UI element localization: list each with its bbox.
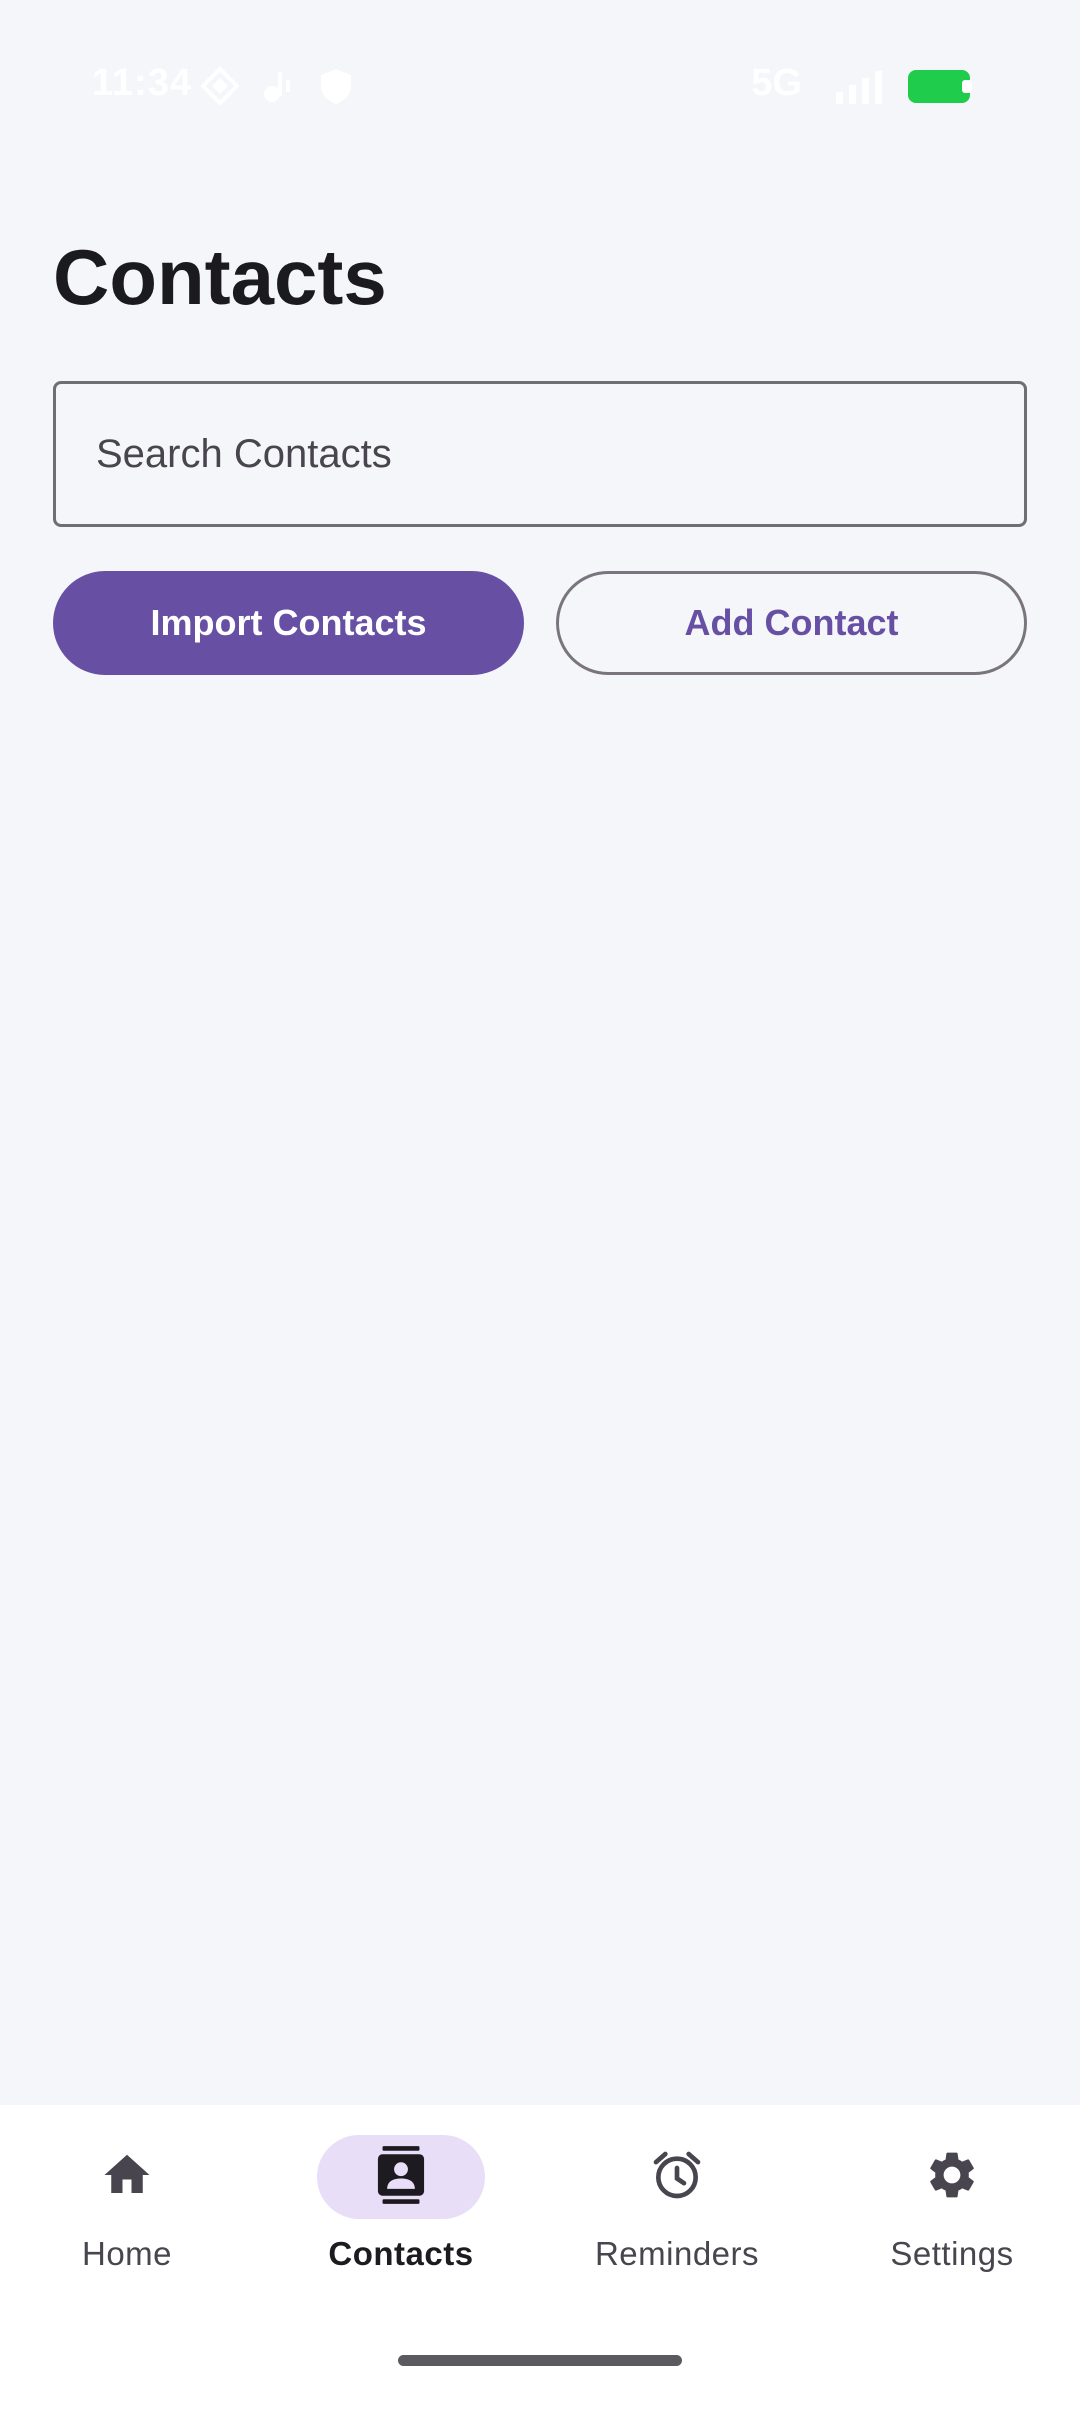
nav-label-home: Home: [81, 2235, 173, 2272]
alarm-icon: [649, 2147, 705, 2208]
battery-charging-indicator: [962, 80, 972, 93]
nav-pill-home: [43, 2135, 211, 2219]
page-title: Contacts: [53, 233, 387, 321]
add-contact-label: Add Contact: [684, 602, 899, 643]
nav-pill-settings: [868, 2135, 1036, 2219]
status-bar: 11:34 5G: [0, 0, 1080, 175]
nav-label-reminders: Reminders: [594, 2235, 760, 2272]
search-input[interactable]: [56, 384, 1024, 524]
gear-icon: [924, 2147, 980, 2208]
nav-pill-contacts: [317, 2135, 485, 2219]
shield-icon: [316, 66, 356, 111]
nav-label-settings: Settings: [890, 2235, 1014, 2272]
location-diamond-icon: [200, 66, 240, 111]
status-time: 11:34: [92, 62, 193, 104]
network-type: 5G: [751, 62, 802, 104]
contacts-screen: 11:34 5G Contacts Import Contacts Add Co…: [0, 0, 1080, 2410]
signal-icon: [834, 66, 894, 111]
battery-icon: [908, 70, 970, 103]
home-indicator[interactable]: [398, 2355, 682, 2366]
contacts-icon: [373, 2145, 429, 2210]
search-field[interactable]: [53, 381, 1027, 527]
add-contact-button[interactable]: Add Contact: [556, 571, 1027, 675]
nav-item-settings[interactable]: Settings: [842, 2135, 1062, 2305]
nav-item-reminders[interactable]: Reminders: [567, 2135, 787, 2305]
sound-icon: [258, 66, 298, 111]
nav-pill-reminders: [593, 2135, 761, 2219]
home-icon: [100, 2148, 154, 2207]
nav-item-contacts[interactable]: Contacts: [291, 2135, 511, 2305]
import-contacts-label: Import Contacts: [150, 602, 427, 643]
nav-label-contacts: Contacts: [328, 2235, 474, 2272]
nav-item-home[interactable]: Home: [17, 2135, 237, 2305]
import-contacts-button[interactable]: Import Contacts: [53, 571, 524, 675]
